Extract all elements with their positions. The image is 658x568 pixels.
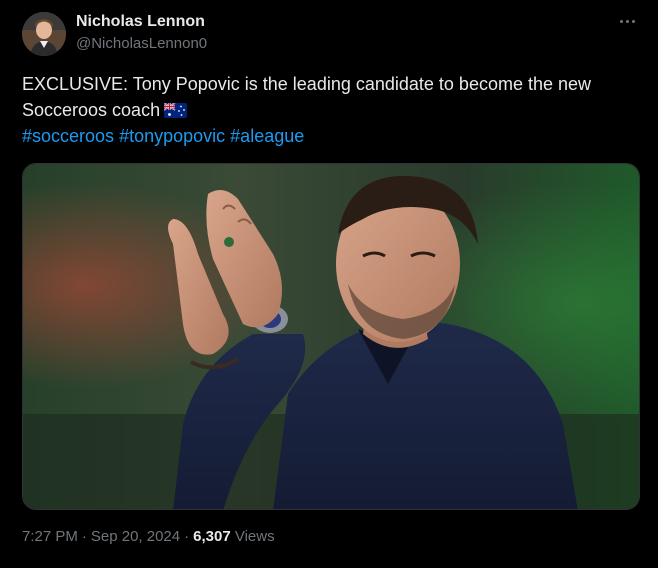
tweet-meta: 7:27 PM · Sep 20, 2024 · 6,307 Views: [22, 528, 275, 545]
tweet-text: EXCLUSIVE: Tony Popovic is the leading c…: [22, 71, 636, 123]
views-label: Views: [234, 528, 275, 545]
tweet-date[interactable]: Sep 20, 2024: [91, 528, 180, 545]
hashtag-tonypopovic[interactable]: #tonypopovic: [119, 126, 225, 146]
author-handle[interactable]: @NicholasLennon0: [76, 35, 207, 52]
tweet: Nicholas Lennon @NicholasLennon0 EXCLUSI…: [0, 0, 658, 568]
hashtag-aleague[interactable]: #aleague: [230, 126, 304, 146]
hashtag-socceroos[interactable]: #socceroos: [22, 126, 114, 146]
author-name[interactable]: Nicholas Lennon: [76, 13, 205, 31]
hashtags: #socceroos #tonypopovic #aleague: [22, 123, 304, 149]
meta-separator: ·: [81, 528, 87, 545]
tweet-body: EXCLUSIVE: Tony Popovic is the leading c…: [22, 74, 592, 120]
tweet-time[interactable]: 7:27 PM: [22, 528, 78, 545]
more-options-icon[interactable]: [616, 10, 638, 32]
avatar[interactable]: [22, 12, 66, 56]
meta-separator-2: ·: [184, 528, 190, 545]
views-count: 6,307: [193, 528, 231, 545]
australia-flag-icon: [164, 103, 188, 118]
tweet-photo[interactable]: [22, 163, 640, 510]
